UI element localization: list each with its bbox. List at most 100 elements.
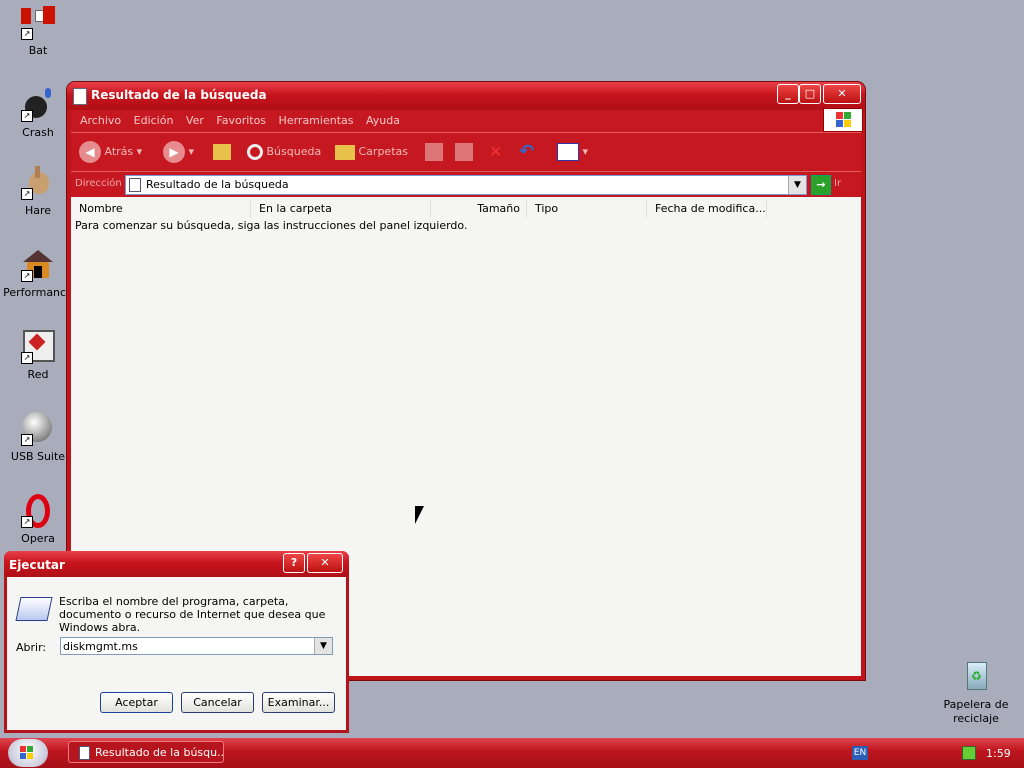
shortcut-arrow-icon: ↗ [21,188,33,200]
open-input-value: diskmgmt.ms [63,640,138,653]
delete-button[interactable]: ✕ [489,141,502,163]
usb-suite-icon: ↗ [21,412,55,446]
recycle-bin-label-2: reciclaje [953,712,999,725]
folders-icon [335,144,355,160]
go-arrow-icon[interactable]: → [811,175,831,195]
maximize-button[interactable]: □ [799,84,821,104]
desktop-icon-bat[interactable]: ↗ Bat [0,6,76,58]
menu-herramientas[interactable]: Herramientas [279,114,354,127]
hare-icon: ↗ [21,166,55,200]
language-indicator[interactable]: EN [852,746,868,760]
back-arrow-icon: ◀ [79,141,101,163]
cancel-button[interactable]: Cancelar [181,692,254,713]
desktop-icon-red[interactable]: ↗ Red [0,330,76,382]
desktop-icon-crash[interactable]: ↗ Crash [0,88,76,140]
back-label: Atrás [104,145,134,158]
run-dialog-titlebar[interactable]: Ejecutar ? ✕ [4,551,349,577]
search-hint-text: Para comenzar su búsqueda, siga las inst… [75,219,468,232]
views-button[interactable]: ▾ [557,141,588,163]
menu-edicion[interactable]: Edición [134,114,174,127]
undo-button[interactable]: ↶ [519,141,534,163]
open-input[interactable]: diskmgmt.ms ▼ [60,637,333,655]
run-dialog: Ejecutar ? ✕ Escriba el nombre del progr… [4,551,349,733]
doghouse-icon: ↗ [21,248,55,282]
desktop-icon-label: USB Suite [10,450,66,463]
move-to-button[interactable] [425,141,443,163]
go-label[interactable]: Ir [834,178,841,189]
desktop-icon-label: Performance [3,286,73,299]
taskbar-item-explorer[interactable]: Resultado de la búsqu... [68,741,224,763]
desktop-icon-recycle-bin[interactable]: ♻ Papelera de reciclaje [936,660,1016,726]
desktop-icon-label: Crash [22,126,54,139]
copy-to-button[interactable] [455,141,473,163]
open-dropdown-icon[interactable]: ▼ [314,638,332,654]
search-label: Búsqueda [266,145,322,158]
forward-button[interactable]: ▶ ▾ [163,141,194,163]
recycle-bin-icon: ♻ [959,660,993,694]
menu-ayuda[interactable]: Ayuda [366,114,400,127]
document-icon [73,88,87,105]
folders-button[interactable]: Carpetas [335,141,408,163]
up-folder-icon [213,144,231,160]
run-close-button[interactable]: ✕ [307,553,343,573]
opera-icon: ↗ [21,494,55,528]
browse-button[interactable]: Examinar... [262,692,335,713]
address-input[interactable]: Resultado de la búsqueda ▼ [125,175,807,195]
up-folder-button[interactable] [213,141,231,163]
delete-x-icon: ✕ [489,142,503,161]
shortcut-arrow-icon: ↗ [21,28,33,40]
copy-to-icon [455,143,473,161]
explorer-titlebar[interactable]: Resultado de la búsqueda _ □ ✕ [67,82,865,110]
desktop-icon-label: Hare [24,204,52,217]
column-headers: Nombre En la carpeta Tamaño Tipo Fecha d… [71,200,771,218]
back-button[interactable]: ◀ Atrás ▾ [79,141,142,163]
document-icon [79,746,90,760]
address-dropdown-icon[interactable]: ▼ [788,176,806,194]
network-tool-icon: ↗ [21,330,55,364]
shortcut-arrow-icon: ↗ [21,434,33,446]
undo-icon: ↶ [519,141,535,162]
column-header-fecha[interactable]: Fecha de modifica... [647,200,767,218]
menu-favoritos[interactable]: Favoritos [216,114,266,127]
ok-button[interactable]: Aceptar [100,692,173,713]
menu-ver[interactable]: Ver [186,114,204,127]
views-dropdown-icon: ▾ [582,145,589,158]
start-button[interactable] [8,739,48,767]
tray-network-icon[interactable] [962,746,976,760]
desktop-icon-hare[interactable]: ↗ Hare [0,166,76,218]
shortcut-arrow-icon: ↗ [21,352,33,364]
search-button[interactable]: Búsqueda [247,141,321,163]
run-program-icon [15,597,53,621]
views-icon [557,143,579,161]
close-button[interactable]: ✕ [823,84,861,104]
column-header-en-la-carpeta[interactable]: En la carpeta [251,200,431,218]
crash-icon: ↗ [21,88,55,122]
window-title: Resultado de la búsqueda [91,88,267,102]
desktop-icon-label: Opera [21,532,55,545]
column-header-tamano[interactable]: Tamaño [431,200,527,218]
minimize-button[interactable]: _ [777,84,799,104]
shortcut-arrow-icon: ↗ [21,270,33,282]
desktop-icon-performance[interactable]: ↗ Performance [0,248,76,300]
address-label: Dirección [75,178,122,189]
back-dropdown-icon[interactable]: ▾ [137,145,143,158]
column-header-tipo[interactable]: Tipo [527,200,647,218]
menu-archivo[interactable]: Archivo [80,114,121,127]
column-header-nombre[interactable]: Nombre [71,200,251,218]
move-to-icon [425,143,443,161]
forward-arrow-icon: ▶ [163,141,185,163]
run-dialog-title: Ejecutar [9,558,65,572]
toolbar: ◀ Atrás ▾ ▶ ▾ Búsqueda Carpetas ✕ ↶ ▾ [71,132,861,171]
taskbar-item-label: Resultado de la búsqu... [95,746,224,759]
shortcut-arrow-icon: ↗ [21,110,33,122]
folders-label: Carpetas [358,145,408,158]
forward-dropdown-icon[interactable]: ▾ [189,145,195,158]
desktop-icon-label: Red [27,368,49,381]
address-value: Resultado de la búsqueda [146,178,289,191]
help-button[interactable]: ? [283,553,305,573]
run-description: Escriba el nombre del programa, carpeta,… [59,595,326,634]
desktop-icon-opera[interactable]: ↗ Opera [0,494,76,546]
search-icon [247,144,263,160]
open-label: Abrir: [16,641,47,654]
desktop-icon-usb-suite[interactable]: ↗ USB Suite [0,412,76,464]
